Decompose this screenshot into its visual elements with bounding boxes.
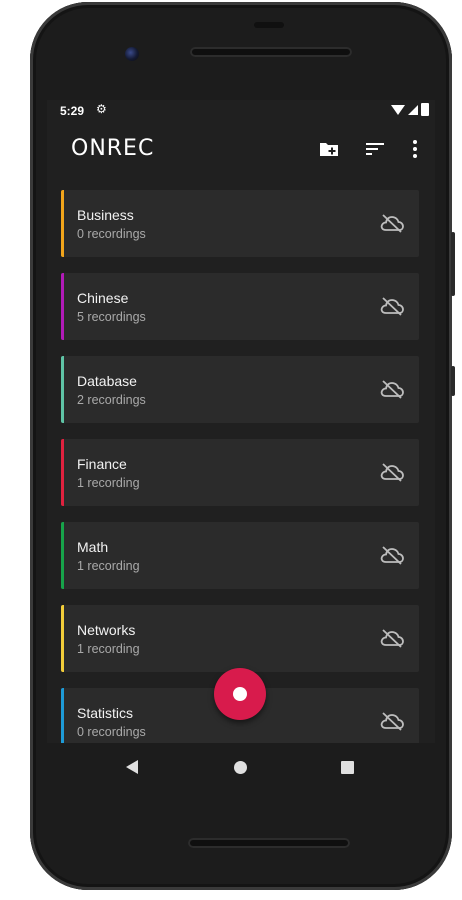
folder-name: Statistics (77, 705, 134, 721)
status-time: 5:29 (60, 104, 85, 118)
app-title: ONREC (71, 136, 155, 161)
wifi-icon (391, 104, 405, 115)
folder-color-bar (61, 356, 64, 423)
folder-name: Database (77, 373, 137, 389)
folder-card-database[interactable]: Database 2 recordings (61, 356, 419, 423)
cloud-off-icon[interactable] (379, 461, 405, 483)
cloud-off-icon[interactable] (379, 627, 405, 649)
recording-count: 5 recordings (77, 310, 146, 324)
recording-count: 0 recordings (77, 227, 146, 241)
folder-name: Math (77, 539, 109, 555)
recording-count: 1 recording (77, 642, 140, 656)
folder-name: Business (77, 207, 134, 223)
earpiece-speaker (190, 47, 352, 57)
top-sensor (254, 22, 284, 28)
cloud-off-icon[interactable] (379, 710, 405, 732)
folder-color-bar (61, 273, 64, 340)
recording-count: 1 recording (77, 476, 140, 490)
record-icon (233, 687, 247, 701)
app-screen: 5:29 ⚙ ONREC Business 0 recordings Chine… (47, 100, 435, 743)
folder-color-bar (61, 522, 64, 589)
folder-card-networks[interactable]: Networks 1 recording (61, 605, 419, 672)
more-vert-icon[interactable] (403, 137, 427, 161)
folder-card-business[interactable]: Business 0 recordings (61, 190, 419, 257)
gear-icon: ⚙ (96, 102, 107, 116)
recording-count: 0 recordings (77, 725, 146, 739)
battery-icon (421, 103, 429, 116)
folder-color-bar (61, 190, 64, 257)
folder-color-bar (61, 688, 64, 743)
recording-count: 1 recording (77, 559, 140, 573)
power-button (451, 366, 455, 396)
back-icon[interactable] (126, 760, 138, 774)
home-icon[interactable] (234, 761, 247, 774)
recording-count: 2 recordings (77, 393, 146, 407)
folder-color-bar (61, 605, 64, 672)
new-folder-icon[interactable] (317, 137, 341, 161)
folder-name: Finance (77, 456, 127, 472)
cloud-off-icon[interactable] (379, 544, 405, 566)
front-camera (125, 47, 139, 61)
sort-icon[interactable] (363, 137, 387, 161)
folder-name: Chinese (77, 290, 129, 306)
volume-button (451, 232, 455, 296)
folder-name: Networks (77, 622, 136, 638)
recents-icon[interactable] (341, 761, 354, 774)
navigation-bar (47, 743, 435, 791)
cloud-off-icon[interactable] (379, 295, 405, 317)
folder-color-bar (61, 439, 64, 506)
cloud-off-icon[interactable] (379, 378, 405, 400)
status-icons (391, 103, 429, 116)
folder-card-math[interactable]: Math 1 recording (61, 522, 419, 589)
cloud-off-icon[interactable] (379, 212, 405, 234)
folder-card-chinese[interactable]: Chinese 5 recordings (61, 273, 419, 340)
bottom-speaker (188, 838, 350, 848)
app-bar: ONREC (47, 122, 435, 178)
status-bar: 5:29 ⚙ (47, 100, 435, 122)
folder-card-finance[interactable]: Finance 1 recording (61, 439, 419, 506)
record-button[interactable] (214, 668, 266, 720)
signal-icon (408, 104, 418, 115)
